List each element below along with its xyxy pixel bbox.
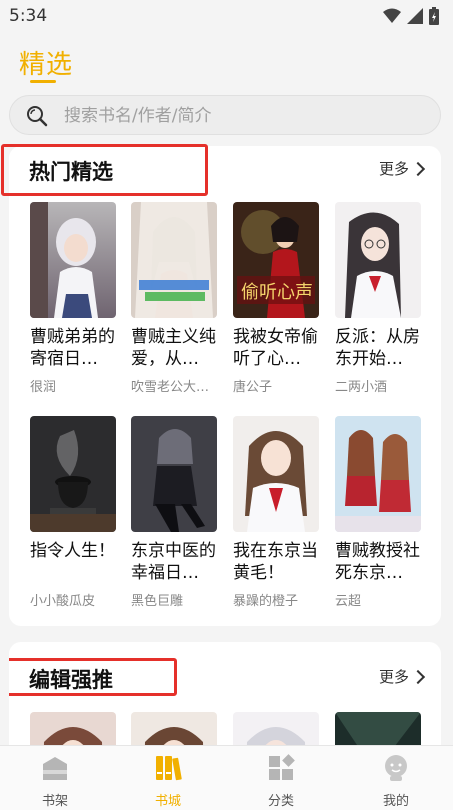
book-author: 黑色巨雕 [131, 594, 184, 609]
title-underline [30, 80, 56, 83]
page-title: 精选 [19, 50, 74, 80]
more-label: 更多 [378, 160, 409, 178]
book-card[interactable]: 偷听心声 我被女帝偷听了心… 唐公子 [233, 202, 321, 395]
book-title: 东京中医的幸福日… [131, 541, 216, 583]
book-cover [131, 416, 217, 532]
book-card[interactable]: 曹贼弟弟的寄宿日… 很润 [30, 202, 118, 395]
book-title: 曹贼弟弟的寄宿日… [30, 327, 115, 369]
book-title: 指令人生！ [30, 541, 115, 561]
signal-icon [407, 8, 423, 24]
book-card[interactable]: 指令人生！ 小小酸瓜皮 [30, 416, 118, 609]
wifi-icon [383, 8, 401, 23]
search-icon [26, 105, 48, 131]
hot-picks-section: 热门精选 更多 曹贼弟弟的寄宿日… 很润 曹贼主义纯爱，从… 吹雪老公大… 偷听… [1, 144, 441, 626]
search-input[interactable] [62, 102, 426, 130]
chevron-right-icon [410, 669, 426, 684]
book-card[interactable]: 东京中医的幸福日… 黑色巨雕 [131, 416, 219, 609]
book-cover [30, 202, 116, 318]
status-bar: 5:34 [0, 0, 453, 34]
tab-label: 分类 [267, 794, 294, 809]
book-card[interactable]: 曹贼主义纯爱，从… 吹雪老公大… [131, 202, 219, 395]
book-card[interactable]: 反派：从房东开始… 二两小酒 [335, 202, 423, 395]
more-link[interactable]: 更多 [378, 158, 426, 179]
status-icons [383, 7, 439, 25]
tab-bookshelf[interactable]: 书架 [10, 754, 100, 809]
book-author: 暴躁的橙子 [233, 594, 299, 609]
search-bar[interactable] [9, 95, 441, 135]
book-card[interactable]: 我在东京当黄毛！ 暴躁的橙子 [233, 416, 321, 609]
book-title: 反派：从房东开始… [335, 327, 420, 369]
book-author: 唐公子 [233, 380, 273, 395]
more-label: 更多 [378, 668, 409, 686]
book-title: 曹贼教授社死东京… [335, 541, 420, 583]
annotation-box [9, 658, 177, 696]
book-cover [335, 202, 421, 318]
book-cover [131, 202, 217, 318]
book-cover [335, 416, 421, 532]
book-author: 小小酸瓜皮 [30, 594, 96, 609]
category-icon [269, 754, 295, 780]
tab-profile[interactable]: 我的 [351, 754, 441, 809]
book-cover [233, 416, 319, 532]
battery-icon [429, 7, 439, 25]
book-author: 很润 [30, 380, 57, 395]
book-author: 吹雪老公大… [131, 380, 210, 395]
book-title: 我被女帝偷听了心… [233, 327, 318, 369]
tab-label: 书架 [41, 794, 68, 809]
chevron-right-icon [410, 161, 426, 176]
tab-label: 书城 [154, 794, 181, 809]
book-title: 我在东京当黄毛！ [233, 541, 318, 583]
tab-category[interactable]: 分类 [236, 754, 326, 809]
tab-label: 我的 [382, 794, 409, 809]
tab-bookstore[interactable]: 书城 [123, 754, 213, 809]
book-cover: 偷听心声 [233, 202, 319, 318]
bottom-tab-bar: 书架 书城 分类 我的 [0, 745, 453, 810]
bookshelf-icon [43, 757, 67, 780]
annotation-box [1, 144, 208, 196]
profile-icon [385, 755, 407, 781]
bookstore-icon [156, 756, 182, 781]
status-time: 5:34 [9, 6, 48, 26]
svg-text:偷听心声: 偷听心声 [241, 282, 313, 303]
book-card[interactable]: 曹贼教授社死东京… 云超 [335, 416, 423, 609]
book-author: 二两小酒 [335, 380, 388, 395]
more-link[interactable]: 更多 [378, 666, 426, 687]
book-title: 曹贼主义纯爱，从… [131, 327, 216, 369]
book-author: 云超 [335, 594, 362, 609]
book-cover [30, 416, 116, 532]
